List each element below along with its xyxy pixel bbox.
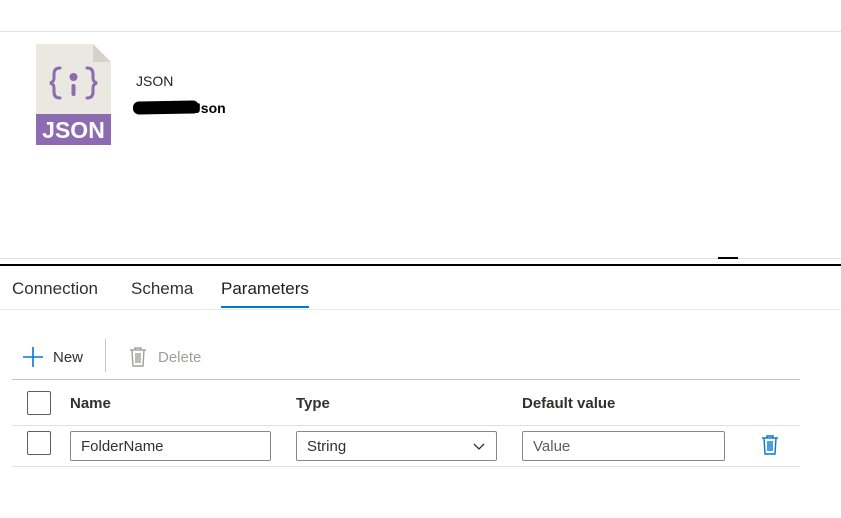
dataset-type-label: JSON	[136, 73, 174, 89]
redaction-mark	[132, 100, 200, 115]
svg-text:JSON: JSON	[42, 117, 105, 143]
column-header-default-value: Default value	[522, 395, 616, 412]
select-all-checkbox[interactable]	[27, 391, 51, 415]
tab-schema[interactable]: Schema	[131, 279, 193, 308]
property-tabs: Connection Schema Parameters	[0, 266, 841, 310]
column-header-name: Name	[70, 395, 111, 412]
chevron-down-icon	[473, 443, 485, 450]
plus-icon	[23, 347, 43, 367]
tab-parameters[interactable]: Parameters	[221, 279, 309, 308]
grid-row-border	[12, 466, 800, 467]
grid-header-border	[12, 425, 800, 426]
parameter-name-input[interactable]	[70, 431, 271, 461]
new-parameter-button[interactable]: New	[22, 343, 83, 371]
parameter-default-value-input[interactable]	[522, 431, 725, 461]
json-file-icon: JSON	[36, 44, 111, 145]
parameter-type-select[interactable]: String	[296, 431, 497, 461]
new-button-label: New	[53, 348, 84, 366]
parameter-type-value: String	[307, 437, 347, 455]
row-select-checkbox[interactable]	[27, 431, 51, 455]
pane-resize-handle[interactable]	[718, 257, 738, 259]
delete-button-label: Delete	[158, 348, 202, 366]
column-header-type: Type	[296, 395, 330, 412]
trash-icon	[130, 347, 146, 367]
toolbar-separator	[105, 339, 106, 372]
grid-top-border	[12, 379, 800, 380]
pane-divider-thin	[0, 258, 841, 259]
trash-icon[interactable]	[760, 434, 780, 456]
top-divider	[0, 31, 841, 32]
delete-parameter-button[interactable]: Delete	[127, 343, 201, 371]
tab-connection[interactable]: Connection	[12, 279, 98, 308]
